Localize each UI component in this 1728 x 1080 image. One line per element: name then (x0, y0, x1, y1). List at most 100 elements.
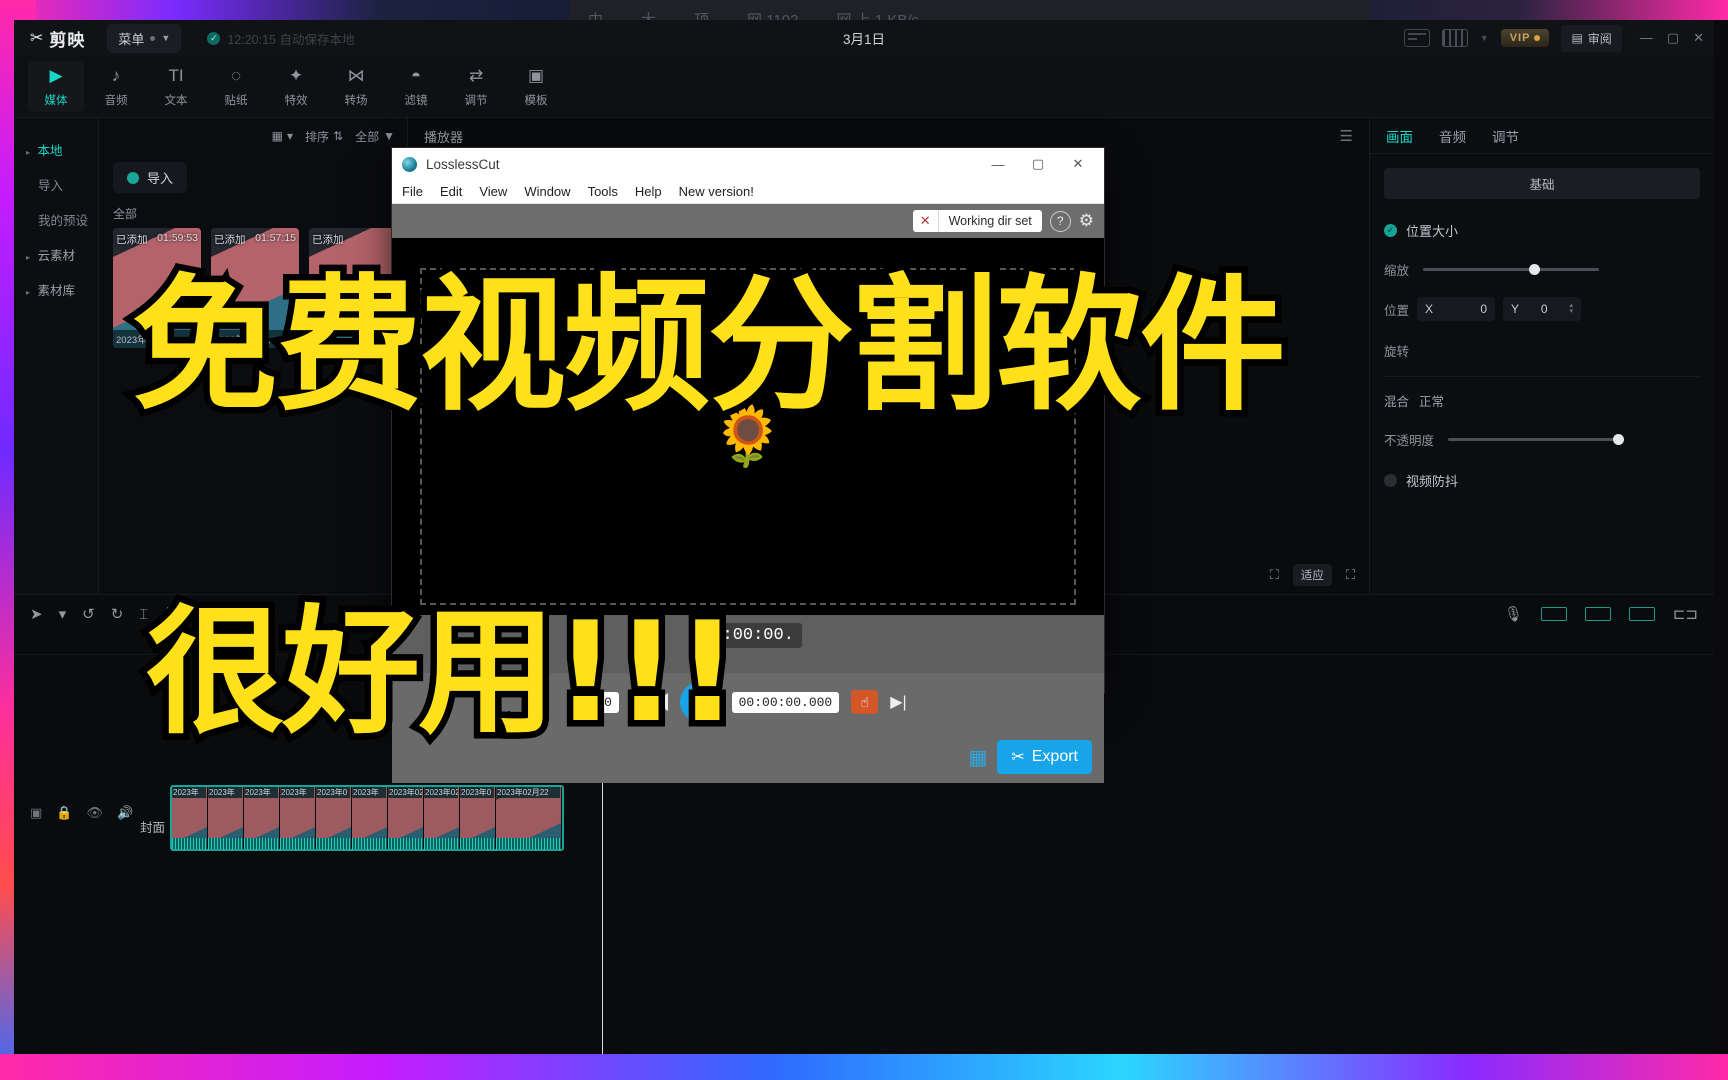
audio-waveform (244, 838, 279, 849)
calendar-icon[interactable]: ▦ (968, 745, 987, 770)
tab-adjust[interactable]: ⇄ 调节 (448, 61, 504, 112)
timeline-frame[interactable]: 2023年 (352, 787, 388, 849)
tab-picture[interactable]: 画面 (1386, 126, 1413, 146)
fullscreen-icon[interactable]: ⛶ (1346, 567, 1355, 583)
tab-adjust-props[interactable]: 调节 (1492, 126, 1519, 146)
jianying-logo-icon: ✂ (30, 30, 43, 47)
slider-knob[interactable] (1613, 434, 1625, 445)
export-button[interactable]: ✂ Export (997, 740, 1092, 774)
sidebar-item-cloud[interactable]: ▸ 云素材 (14, 237, 98, 272)
filter-button[interactable]: 全部 ▼ (355, 128, 395, 145)
menu-window[interactable]: Window (524, 184, 570, 199)
import-button[interactable]: 导入 (113, 162, 188, 193)
tab-filter[interactable]: ◓ 滤镜 (388, 61, 444, 112)
tab-text[interactable]: TI 文本 (148, 61, 204, 112)
timeline-frame[interactable]: 2023年 (244, 787, 280, 849)
menu-new-version[interactable]: New version! (679, 184, 754, 199)
audio-waveform (352, 838, 387, 849)
position-size-toggle[interactable]: ✓ 位置大小 (1384, 221, 1714, 240)
window-controls[interactable]: — ▢ ✕ (1634, 30, 1704, 46)
blend-label: 混合 (1384, 395, 1410, 409)
vip-badge[interactable]: VIP (1500, 29, 1550, 47)
tab-label: 特效 (284, 95, 308, 107)
lock-icon[interactable]: 🔒 (56, 805, 72, 821)
thumbs-up-icon[interactable]: ☝ (851, 690, 879, 714)
menu-view[interactable]: View (479, 184, 507, 199)
hamburger-icon[interactable]: ☰ (1340, 127, 1353, 145)
timeline-frame[interactable]: 2023年02 (388, 787, 424, 849)
scale-slider[interactable] (1423, 264, 1600, 275)
menu-edit[interactable]: Edit (440, 184, 462, 199)
volume-icon[interactable]: 🔊 (117, 805, 133, 821)
blend-value[interactable]: 正常 (1419, 391, 1444, 410)
panel-layout-icon[interactable] (1441, 29, 1468, 47)
undo-icon[interactable]: ↺ (82, 605, 95, 623)
maximize-icon[interactable]: ▢ (1018, 149, 1058, 179)
position-x-field[interactable]: X 0 (1417, 297, 1496, 321)
ratio-button[interactable]: 适应 (1292, 564, 1332, 586)
redo-icon[interactable]: ↻ (111, 605, 124, 623)
zoom-out-icon[interactable] (1540, 607, 1567, 621)
tab-sticker[interactable]: ◌ 贴纸 (208, 61, 264, 112)
crop-icon[interactable]: ⛶ (1270, 567, 1279, 583)
select-tool-icon[interactable]: ➤ (30, 605, 43, 623)
tab-transition[interactable]: ⋈ 转场 (328, 61, 384, 112)
basic-section-button[interactable]: 基础 (1384, 168, 1700, 199)
close-icon[interactable]: ✕ (1058, 149, 1098, 179)
chevron-down-icon[interactable]: ▾ (59, 605, 67, 623)
tab-audio-props[interactable]: 音频 (1439, 126, 1466, 146)
sidebar-item-label: 素材库 (37, 284, 76, 298)
tab-effects[interactable]: ✦ 特效 (268, 61, 324, 112)
microphone-icon[interactable]: 🎙 (1504, 605, 1523, 623)
sidebar-item-library[interactable]: ▸ 素材库 (14, 272, 98, 307)
opacity-slider[interactable] (1448, 434, 1625, 445)
minimize-icon[interactable]: — (1640, 30, 1653, 46)
review-button[interactable]: ▤ 审阅 (1561, 24, 1622, 52)
menu-tools[interactable]: Tools (588, 184, 618, 199)
tab-template[interactable]: ▣ 模板 (508, 61, 564, 112)
slider-knob[interactable] (1529, 264, 1541, 275)
timeline-frame[interactable]: 2023年02月22 (496, 787, 562, 849)
grid-view-button[interactable]: ▦ ▾ (272, 129, 293, 143)
frame-label: 2023年 (173, 787, 206, 798)
track-lock-icon[interactable]: ▣ (30, 805, 42, 821)
zoom-in-icon[interactable] (1628, 607, 1655, 621)
sidebar-item-import[interactable]: 导入 (14, 167, 98, 202)
timeline-frame[interactable]: 2023年 (172, 787, 208, 849)
layout-icon[interactable] (1403, 29, 1430, 47)
adjust-icon: ⇄ (468, 66, 484, 85)
sort-button[interactable]: 排序 ⇅ (305, 128, 343, 145)
timeline-frame[interactable]: 2023年0 (460, 787, 496, 849)
playhead[interactable] (597, 767, 608, 1080)
zoom-fit-icon[interactable] (1584, 607, 1611, 621)
timeline-frame[interactable]: 2023年02 (424, 787, 460, 849)
tab-label: 调节 (464, 95, 488, 107)
eye-icon[interactable]: 👁 (86, 805, 103, 821)
audio-waveform (496, 838, 561, 849)
timeline-frame[interactable]: 2023年 (208, 787, 244, 849)
sidebar-item-local[interactable]: ▸ 本地 (14, 132, 98, 167)
timeline-frame[interactable]: 2023年0 (316, 787, 352, 849)
tab-media[interactable]: ▶ 媒体 (28, 61, 84, 112)
cut-end-field[interactable]: 00:00:00.000 (731, 691, 840, 713)
chevron-down-icon[interactable]: ▼ (1480, 33, 1489, 43)
tab-audio[interactable]: ♪ 音频 (88, 61, 144, 112)
link-icon[interactable]: ⊏⊐ (1673, 605, 1698, 623)
menu-button[interactable]: 菜单 ▼ (107, 23, 182, 53)
timeline-clip-strip[interactable]: 2023年 2023年 2023年 2023年 2023年0 2023年 202… (170, 785, 564, 851)
minimize-icon[interactable]: — (978, 149, 1018, 179)
chevron-right-icon: ▸ (26, 288, 31, 297)
stepper-icon[interactable]: ▴ ▾ (1570, 302, 1574, 315)
stabilize-toggle[interactable]: 视频防抖 (1384, 471, 1714, 490)
audio-waveform (172, 838, 207, 849)
close-icon[interactable]: ✕ (1693, 30, 1704, 46)
timeline-frame[interactable]: 2023年 (280, 787, 316, 849)
skip-end-icon[interactable]: ▶| (890, 692, 906, 712)
maximize-icon[interactable]: ▢ (1667, 30, 1679, 46)
menu-help[interactable]: Help (635, 184, 662, 199)
audio-waveform (424, 838, 459, 849)
menu-file[interactable]: File (402, 184, 423, 199)
sidebar-item-presets[interactable]: 我的预设 (14, 202, 98, 237)
position-y-field[interactable]: Y 0 ▴ ▾ (1503, 297, 1582, 321)
cover-label[interactable]: 封面 (140, 817, 165, 836)
